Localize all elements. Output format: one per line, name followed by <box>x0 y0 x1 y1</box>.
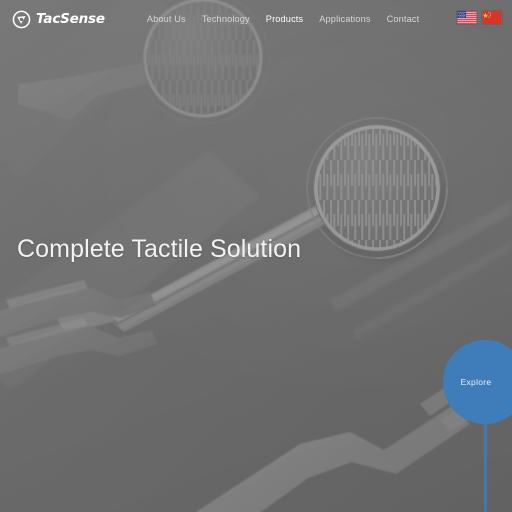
tacsense-logo-icon <box>12 10 31 28</box>
flag-cn-icon[interactable] <box>482 11 502 24</box>
main-navigation: About Us Technology Products Application… <box>147 14 420 24</box>
brand-logo[interactable]: TacSense <box>12 10 105 29</box>
site-header: TacSense About Us Technology Products Ap… <box>0 0 512 38</box>
nav-item-applications[interactable]: Applications <box>319 14 370 24</box>
hero-title: Complete Tactile Solution <box>17 235 302 263</box>
page-root: TacSense About Us Technology Products Ap… <box>0 0 512 512</box>
explore-button-label: Explore <box>460 377 492 387</box>
flag-us-icon[interactable] <box>457 11 477 24</box>
nav-item-products[interactable]: Products <box>266 14 303 24</box>
brand-name: TacSense <box>36 11 105 27</box>
hero-copy: Complete Tactile Solution <box>17 235 302 264</box>
nav-item-about-us[interactable]: About Us <box>147 14 186 24</box>
nav-item-contact[interactable]: Contact <box>387 14 420 24</box>
language-switcher <box>457 11 502 24</box>
nav-item-technology[interactable]: Technology <box>202 14 250 24</box>
